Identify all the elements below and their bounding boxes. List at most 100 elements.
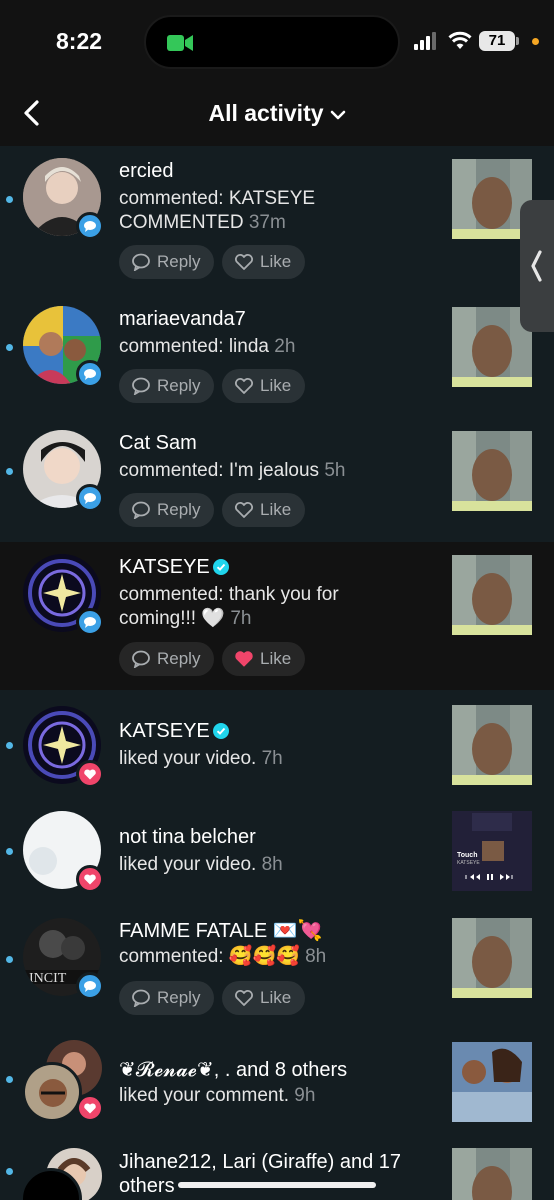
notification-text: liked your video. 8h xyxy=(119,853,439,877)
chevron-left-icon xyxy=(531,250,542,282)
action-text: liked your video. xyxy=(119,854,257,875)
reply-button[interactable]: Reply xyxy=(119,245,215,279)
notification-text: commented: linda 2h xyxy=(119,335,439,359)
reply-label: Reply xyxy=(157,500,201,519)
list-item[interactable]: KATSEYE commented: thank you for coming!… xyxy=(0,542,554,690)
list-item[interactable]: Jihane212, Lari (Giraffe) and 17 others xyxy=(0,1144,554,1200)
notification-text: commented: KATSEYE COMMENTED 37m xyxy=(119,187,359,235)
like-button[interactable]: Like xyxy=(222,642,306,676)
username[interactable]: Jihane212, Lari (Giraffe) and 17 others xyxy=(119,1150,439,1198)
status-time: 8:22 xyxy=(56,28,103,54)
list-item[interactable]: ❦𝓡𝓮𝓷𝓪𝓮❦, . and 8 others liked your comme… xyxy=(0,1032,554,1144)
video-thumbnail[interactable] xyxy=(452,431,532,511)
heart-filled-icon xyxy=(235,651,253,667)
username[interactable]: ❦𝓡𝓮𝓷𝓪𝓮❦, . and 8 others xyxy=(119,1057,347,1082)
cellular-signal-icon xyxy=(414,32,436,50)
comment-text: commented: linda xyxy=(119,336,269,357)
like-label: Like xyxy=(260,988,292,1007)
avatar[interactable] xyxy=(22,1062,82,1122)
username[interactable]: FAMME FATALE 💌💘 xyxy=(119,918,323,943)
comment-badge-icon xyxy=(76,484,104,512)
like-label: Like xyxy=(260,500,292,519)
comment-badge-icon xyxy=(76,972,104,1000)
heart-outline-icon xyxy=(235,254,253,270)
reply-button[interactable]: Reply xyxy=(119,981,215,1015)
list-item[interactable]: Cat Sam commented: I'm jealous 5h Reply … xyxy=(0,418,554,542)
reply-button[interactable]: Reply xyxy=(119,369,215,403)
like-badge-icon xyxy=(76,865,104,893)
list-item[interactable]: INCIT FAMME FATALE 💌💘 commented: 🥰🥰🥰 8h … xyxy=(0,908,554,1032)
unread-dot xyxy=(6,848,13,855)
privacy-indicator-dot xyxy=(532,38,539,45)
list-item[interactable]: mariaevanda7 commented: linda 2h Reply L… xyxy=(0,294,554,418)
battery-tip xyxy=(516,37,519,45)
reply-icon xyxy=(132,650,150,668)
like-button[interactable]: Like xyxy=(222,369,306,403)
unread-dot xyxy=(6,344,13,351)
timestamp: 5h xyxy=(324,460,346,481)
comment-text: commented: thank you for coming!!! 🤍 xyxy=(119,584,339,629)
heart-outline-icon xyxy=(235,378,253,394)
activity-list: ercied commented: KATSEYE COMMENTED 37m … xyxy=(0,146,554,1200)
activity-filter-dropdown[interactable]: All activity xyxy=(0,100,554,127)
video-thumbnail[interactable]: Touch KATSEYE xyxy=(452,811,532,891)
reply-icon xyxy=(132,989,150,1007)
list-item[interactable]: KATSEYE liked your video. 7h xyxy=(0,690,554,800)
video-thumbnail[interactable] xyxy=(452,918,532,998)
like-label: Like xyxy=(260,252,292,271)
username[interactable]: KATSEYE xyxy=(119,556,229,579)
reply-icon xyxy=(132,253,150,271)
like-button[interactable]: Like xyxy=(222,493,306,527)
reply-label: Reply xyxy=(157,649,201,668)
comment-thumbnail[interactable] xyxy=(452,1042,532,1122)
username[interactable]: KATSEYE xyxy=(119,720,229,743)
notification-text: liked your video. 7h xyxy=(119,747,439,771)
dynamic-island xyxy=(144,15,400,69)
reply-label: Reply xyxy=(157,252,201,271)
video-thumbnail[interactable] xyxy=(452,1148,532,1200)
reply-label: Reply xyxy=(157,988,201,1007)
unread-dot xyxy=(6,1168,13,1175)
timestamp: 9h xyxy=(294,1085,316,1106)
reply-icon xyxy=(132,377,150,395)
svg-text:INCIT: INCIT xyxy=(29,971,67,986)
video-thumbnail[interactable] xyxy=(452,555,532,635)
like-badge-icon xyxy=(76,760,104,788)
video-thumbnail[interactable] xyxy=(452,705,532,785)
like-button[interactable]: Like xyxy=(222,981,306,1015)
username[interactable]: Cat Sam xyxy=(119,432,197,455)
username-text: KATSEYE xyxy=(119,556,210,578)
like-label: Like xyxy=(260,376,292,395)
notification-text: commented: I'm jealous 5h xyxy=(119,459,439,483)
reply-button[interactable]: Reply xyxy=(119,642,215,676)
timestamp: 8h xyxy=(305,946,327,967)
notification-text: commented: 🥰🥰🥰 8h xyxy=(119,945,439,969)
heart-outline-icon xyxy=(235,990,253,1006)
side-drawer-handle[interactable] xyxy=(520,200,554,332)
timestamp: 7h xyxy=(230,608,252,629)
page-title: All activity xyxy=(208,100,324,126)
heart-outline-icon xyxy=(235,502,253,518)
comment-badge-icon xyxy=(76,360,104,388)
verified-badge-icon xyxy=(212,559,229,575)
timestamp: 7h xyxy=(261,748,283,769)
list-item[interactable]: not tina belcher liked your video. 8h To… xyxy=(0,800,554,908)
username[interactable]: mariaevanda7 xyxy=(119,308,246,331)
reply-icon xyxy=(132,501,150,519)
unread-dot xyxy=(6,196,13,203)
unread-dot xyxy=(6,742,13,749)
home-indicator[interactable] xyxy=(178,1182,376,1188)
username[interactable]: ercied xyxy=(119,160,173,183)
action-text: liked your video. xyxy=(119,748,257,769)
list-item[interactable]: ercied commented: KATSEYE COMMENTED 37m … xyxy=(0,146,554,294)
status-bar: 8:22 71 xyxy=(0,0,554,84)
nav-bar: All activity xyxy=(0,84,554,146)
comment-badge-icon xyxy=(76,608,104,636)
notification-text: commented: thank you for coming!!! 🤍 7h xyxy=(119,583,379,631)
like-button[interactable]: Like xyxy=(222,245,306,279)
username[interactable]: not tina belcher xyxy=(119,826,256,849)
action-text: liked your comment. xyxy=(119,1085,290,1106)
timestamp: 2h xyxy=(274,336,296,357)
music-artist: KATSEYE xyxy=(457,860,480,866)
reply-button[interactable]: Reply xyxy=(119,493,215,527)
